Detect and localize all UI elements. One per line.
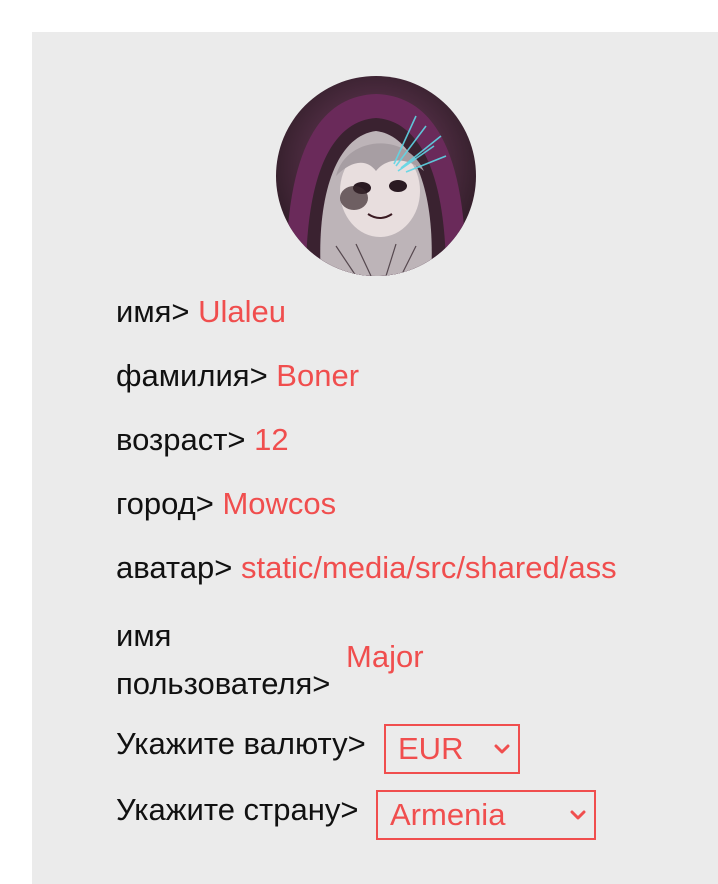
field-value: static/media/src/shared/ass	[240, 550, 617, 585]
field-label-line: имя	[116, 618, 172, 653]
field-first-name: имя> Ulaleu	[116, 294, 286, 330]
chevron-down-icon	[570, 810, 586, 820]
currency-label: Укажите валюту>	[116, 726, 366, 761]
field-label-line: пользователя>	[116, 666, 331, 701]
field-username: имя пользователя> Major	[116, 612, 424, 708]
currency-select[interactable]: EUR	[384, 724, 520, 774]
field-label: имя пользователя>	[116, 612, 346, 708]
avatar-image	[276, 76, 476, 276]
field-last-name: фамилия> Boner	[116, 358, 359, 394]
field-label: город>	[116, 486, 214, 521]
field-value: Ulaleu	[198, 294, 287, 329]
field-label: фамилия>	[116, 358, 268, 393]
country-label: Укажите страну>	[116, 792, 359, 827]
field-age: возраст> 12	[116, 422, 289, 458]
field-value: Major	[346, 639, 424, 674]
field-value: Boner	[276, 358, 360, 393]
avatar	[276, 76, 476, 276]
country-select[interactable]: Armenia	[376, 790, 596, 840]
field-city: город> Mowcos	[116, 486, 336, 522]
field-avatar: аватар> static/media/src/shared/ass	[116, 550, 617, 586]
profile-card: имя> Ulaleu фамилия> Boner возраст> 12 г…	[32, 32, 718, 884]
chevron-down-icon	[494, 744, 510, 754]
field-label: имя>	[116, 294, 190, 329]
country-selected-value: Armenia	[390, 797, 506, 832]
field-label: аватар>	[116, 550, 233, 585]
field-value: 12	[254, 422, 289, 457]
currency-selected-value: EUR	[398, 731, 464, 766]
field-label: возраст>	[116, 422, 246, 457]
field-value: Mowcos	[222, 486, 337, 521]
